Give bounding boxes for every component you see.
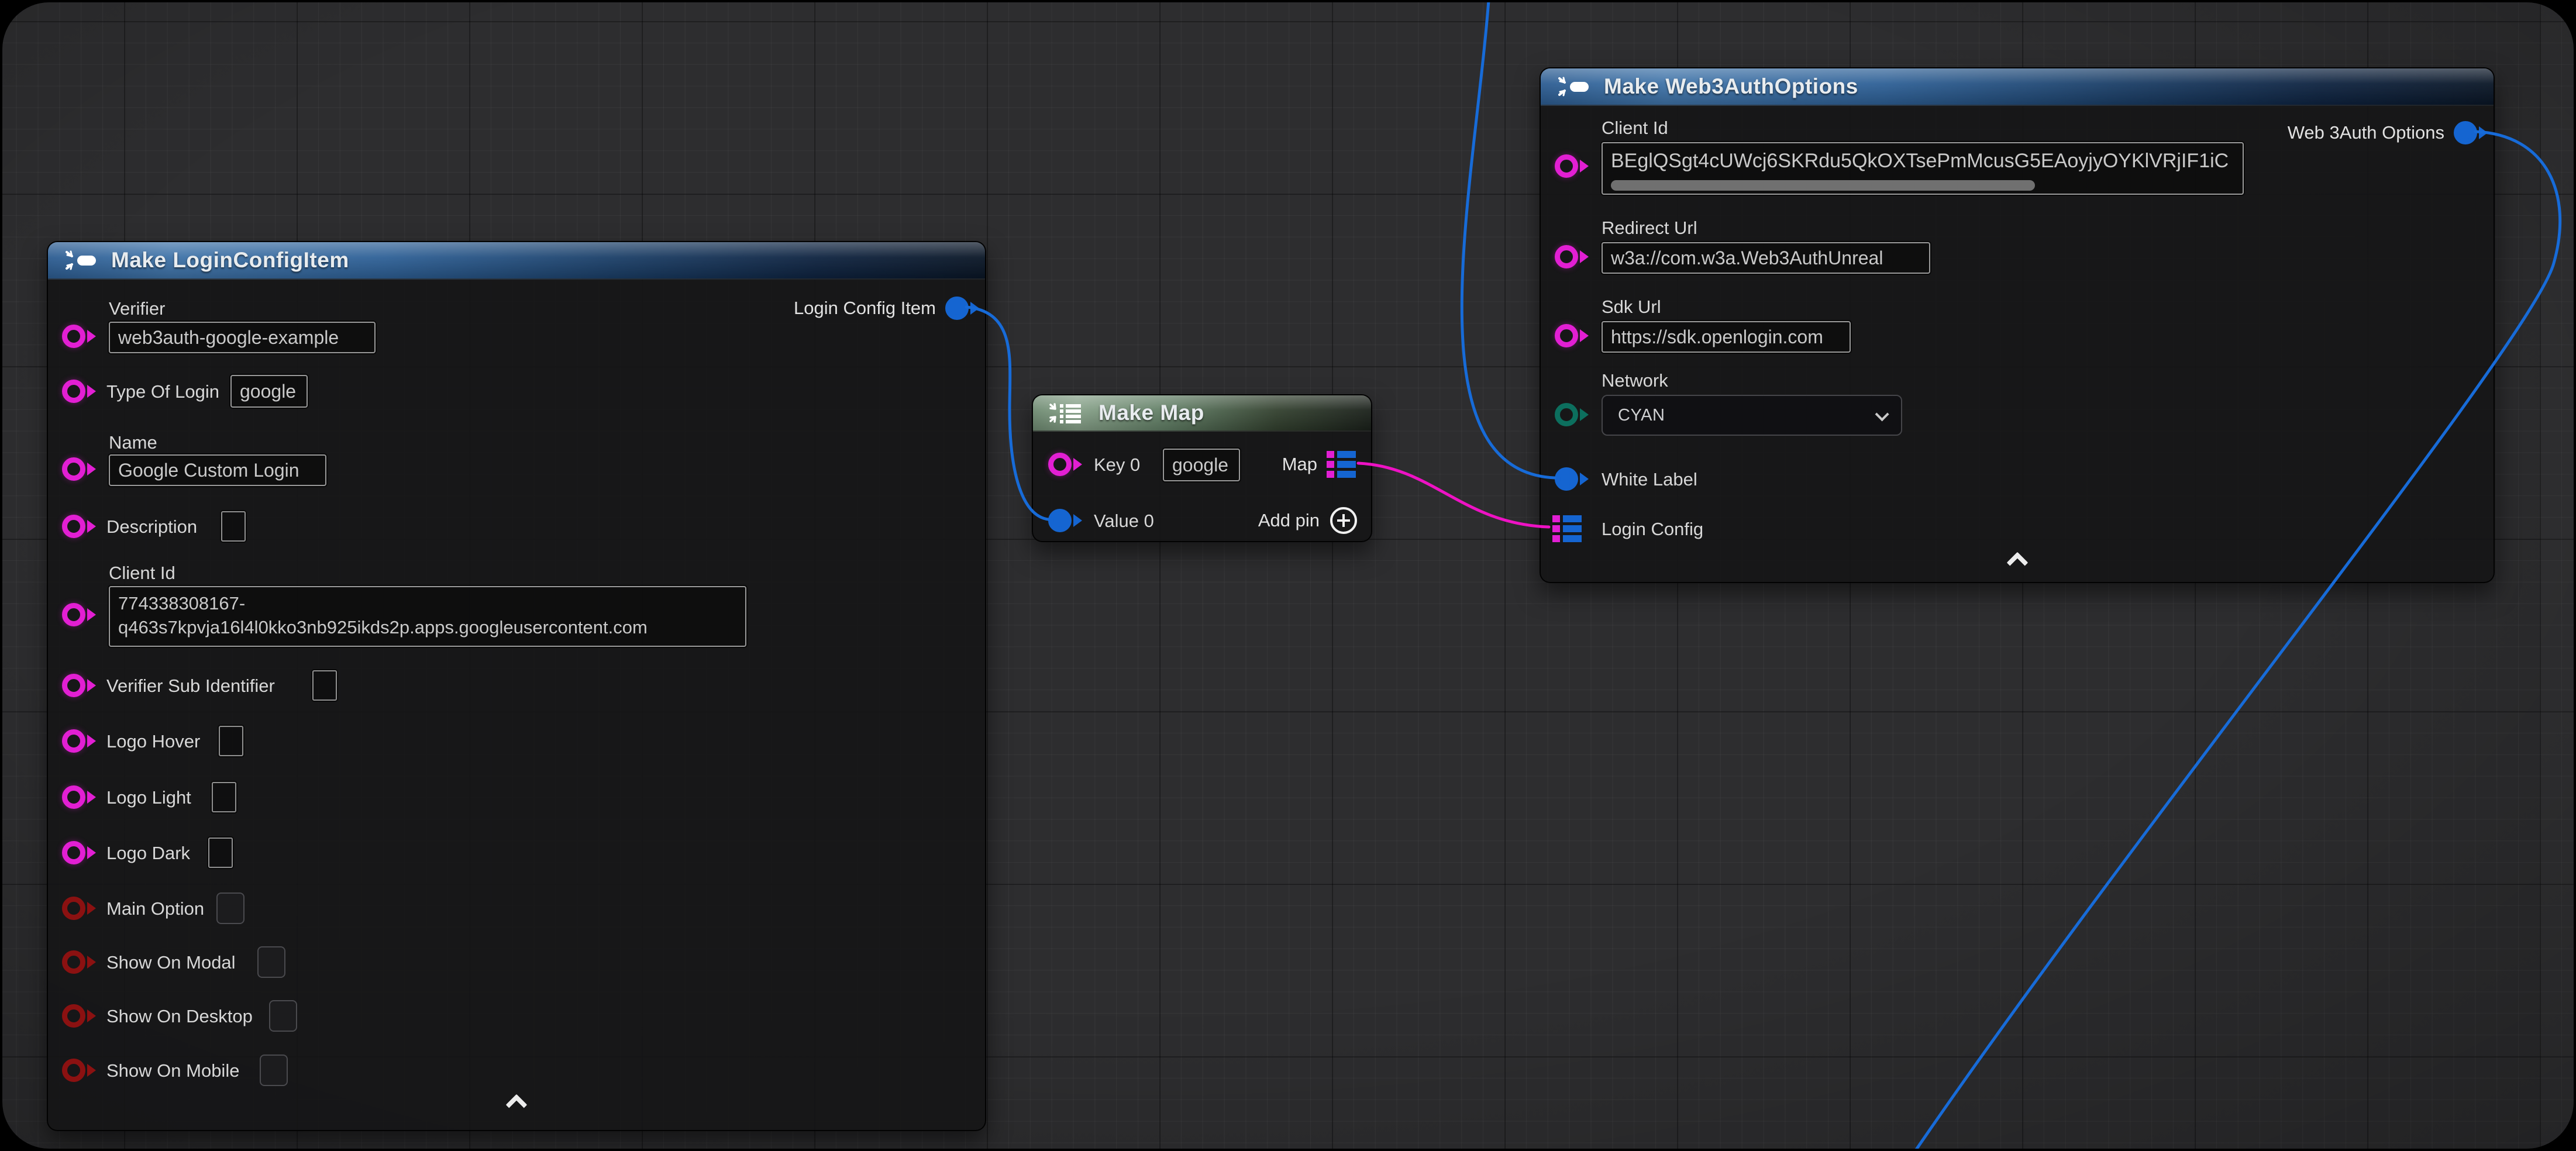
client-id-input[interactable]: 774338308167- q463s7kpvja16l4l0kko3nb925… bbox=[109, 586, 746, 647]
pin-label-description: Description bbox=[106, 516, 197, 537]
collapse-button[interactable] bbox=[48, 1097, 985, 1112]
pin-label-logo-dark: Logo Dark bbox=[106, 843, 190, 864]
pin-label-main-option: Main Option bbox=[106, 898, 204, 919]
logo-light-input[interactable] bbox=[212, 782, 236, 812]
struct-output-pin[interactable] bbox=[2454, 121, 2477, 144]
verifier-input[interactable]: web3auth-google-example bbox=[109, 322, 376, 353]
wire-map-to-login-config[interactable] bbox=[1358, 463, 1549, 527]
node-make-web3authoptions[interactable]: Make Web3AuthOptions Web 3Auth Options C… bbox=[1540, 67, 2495, 583]
node-make-map[interactable]: Make Map Key 0 google Map Value 0 Add pi… bbox=[1032, 394, 1372, 542]
output-web3auth-options: Web 3Auth Options bbox=[2288, 118, 2477, 147]
plus-circle-icon bbox=[1330, 507, 1357, 534]
node-title: Make LoginConfigItem bbox=[111, 248, 349, 273]
client-id-input[interactable]: BEglQSgt4cUWcj6SKRdu5QkOXTsePmMcusG5EAoy… bbox=[1602, 142, 2244, 195]
string-pin-logo-dark[interactable] bbox=[62, 841, 85, 864]
bool-pin-show-on-mobile[interactable] bbox=[62, 1059, 85, 1082]
string-pin-description[interactable] bbox=[62, 515, 85, 538]
description-input[interactable] bbox=[221, 511, 246, 542]
enum-pin-network[interactable] bbox=[1555, 403, 1578, 426]
node-header[interactable]: Make Web3AuthOptions bbox=[1541, 68, 2494, 106]
network-dropdown[interactable]: CYAN bbox=[1602, 395, 1902, 436]
string-pin-logo-hover[interactable] bbox=[62, 729, 85, 753]
pin-label-show-on-modal: Show On Modal bbox=[106, 952, 236, 973]
map-pin-login-config[interactable] bbox=[1552, 515, 1583, 542]
pin-label-sdk-url: Sdk Url bbox=[1602, 297, 1661, 318]
string-pin-verifier[interactable] bbox=[62, 325, 85, 348]
output-pin-label: Login Config Item bbox=[794, 298, 936, 319]
pin-label-key-0: Key 0 bbox=[1094, 454, 1140, 475]
pin-label-network: Network bbox=[1602, 370, 1668, 391]
struct-output-pin[interactable] bbox=[945, 297, 969, 320]
output-login-config-item: Login Config Item bbox=[794, 294, 969, 323]
verifier-sub-identifier-input[interactable] bbox=[312, 670, 337, 701]
show-on-modal-checkbox[interactable] bbox=[257, 946, 285, 978]
pin-label-value-0: Value 0 bbox=[1094, 511, 1154, 532]
show-on-desktop-checkbox[interactable] bbox=[269, 1000, 297, 1032]
string-pin-name[interactable] bbox=[62, 457, 85, 481]
node-header[interactable]: Make LoginConfigItem bbox=[48, 242, 985, 280]
chevron-down-icon bbox=[1875, 407, 1889, 421]
pin-label-show-on-mobile: Show On Mobile bbox=[106, 1060, 239, 1081]
pin-label-client-id: Client Id bbox=[109, 563, 175, 584]
map-output-pin[interactable] bbox=[1327, 451, 1357, 478]
node-make-loginconfigitem[interactable]: Make LoginConfigItem Login Config Item V… bbox=[47, 241, 986, 1131]
string-pin-key-0[interactable] bbox=[1048, 453, 1072, 476]
chevron-up-icon bbox=[2006, 552, 2028, 574]
add-pin-label: Add pin bbox=[1258, 510, 1320, 531]
output-map: Map bbox=[1282, 451, 1357, 478]
pin-label-name: Name bbox=[109, 432, 157, 453]
bool-pin-show-on-desktop[interactable] bbox=[62, 1004, 85, 1028]
pin-label-redirect-url: Redirect Url bbox=[1602, 218, 1697, 239]
pin-label-show-on-desktop: Show On Desktop bbox=[106, 1006, 253, 1027]
pin-label-white-label: White Label bbox=[1602, 469, 1697, 490]
add-pin-button[interactable]: Add pin bbox=[1258, 507, 1357, 534]
output-pin-label: Map bbox=[1282, 454, 1317, 475]
name-input[interactable]: Google Custom Login bbox=[109, 454, 326, 486]
pin-label-login-config: Login Config bbox=[1602, 519, 1703, 540]
node-title: Make Map bbox=[1098, 401, 1204, 425]
redirect-url-input[interactable]: w3a://com.w3a.Web3AuthUnreal bbox=[1602, 242, 1930, 274]
node-header[interactable]: Make Map bbox=[1033, 395, 1371, 432]
show-on-mobile-checkbox[interactable] bbox=[260, 1054, 288, 1086]
main-option-checkbox[interactable] bbox=[216, 892, 244, 924]
make-struct-icon bbox=[1556, 74, 1592, 99]
logo-dark-input[interactable] bbox=[208, 838, 233, 868]
panel-edge-tint bbox=[2540, 0, 2576, 1151]
chevron-up-icon bbox=[506, 1094, 528, 1116]
string-pin-verifier-sub-identifier[interactable] bbox=[62, 674, 85, 697]
string-pin-client-id[interactable] bbox=[62, 603, 85, 626]
make-map-icon bbox=[1048, 400, 1087, 426]
logo-hover-input[interactable] bbox=[219, 726, 243, 756]
pin-label-verifier-sub-identifier: Verifier Sub Identifier bbox=[106, 676, 275, 697]
pin-label-client-id: Client Id bbox=[1602, 118, 1668, 139]
make-struct-icon bbox=[63, 247, 99, 273]
key-0-input[interactable]: google bbox=[1163, 449, 1240, 481]
bool-pin-show-on-modal[interactable] bbox=[62, 950, 85, 974]
type-of-login-input[interactable]: google bbox=[230, 375, 308, 408]
node-title: Make Web3AuthOptions bbox=[1604, 74, 1858, 99]
struct-pin-value-0[interactable] bbox=[1048, 509, 1072, 532]
pin-label-verifier: Verifier bbox=[109, 298, 165, 319]
string-pin-redirect-url[interactable] bbox=[1555, 245, 1578, 268]
horizontal-scrollbar[interactable] bbox=[1611, 180, 2035, 191]
sdk-url-input[interactable]: https://sdk.openlogin.com bbox=[1602, 321, 1851, 353]
bool-pin-main-option[interactable] bbox=[62, 897, 85, 920]
blueprint-graph-canvas[interactable]: Make LoginConfigItem Login Config Item V… bbox=[0, 0, 2576, 1151]
string-pin-client-id[interactable] bbox=[1555, 154, 1578, 178]
output-pin-label: Web 3Auth Options bbox=[2288, 122, 2444, 143]
struct-pin-white-label[interactable] bbox=[1555, 467, 1578, 491]
pin-label-logo-light: Logo Light bbox=[106, 787, 191, 808]
string-pin-type-of-login[interactable] bbox=[62, 380, 85, 403]
pin-label-type-of-login: Type Of Login bbox=[106, 381, 219, 402]
string-pin-logo-light[interactable] bbox=[62, 785, 85, 809]
pin-label-logo-hover: Logo Hover bbox=[106, 731, 200, 752]
string-pin-sdk-url[interactable] bbox=[1555, 324, 1578, 347]
